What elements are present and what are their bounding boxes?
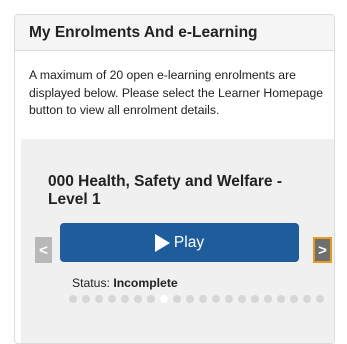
- carousel-dot[interactable]: [69, 295, 77, 303]
- carousel-dot[interactable]: [290, 295, 298, 303]
- carousel-dot[interactable]: [173, 295, 181, 303]
- enrolments-panel: My Enrolments And e-Learning A maximum o…: [14, 14, 335, 344]
- carousel-dot[interactable]: [251, 295, 259, 303]
- enrolment-carousel: 000 Health, Safety and Welfare - Level 1…: [21, 139, 334, 343]
- panel-title: My Enrolments And e-Learning: [15, 15, 334, 51]
- carousel-dot[interactable]: [212, 295, 220, 303]
- carousel-dot[interactable]: [160, 295, 168, 303]
- carousel-dot[interactable]: [186, 295, 194, 303]
- carousel-pagination: [69, 295, 334, 303]
- carousel-next-button[interactable]: >: [313, 237, 332, 263]
- carousel-dot[interactable]: [264, 295, 272, 303]
- status-line: Status: Incomplete: [72, 276, 178, 290]
- carousel-dot[interactable]: [225, 295, 233, 303]
- play-button-label: Play: [173, 233, 205, 251]
- carousel-dot[interactable]: [95, 295, 103, 303]
- carousel-dot[interactable]: [199, 295, 207, 303]
- status-label: Status:: [72, 276, 110, 290]
- carousel-dot[interactable]: [82, 295, 90, 303]
- carousel-prev-button[interactable]: <: [35, 237, 52, 263]
- carousel-dot[interactable]: [108, 295, 116, 303]
- intro-text: A maximum of 20 open e-learning enrolmen…: [29, 68, 324, 117]
- play-button[interactable]: Play: [60, 223, 299, 262]
- carousel-dot[interactable]: [238, 295, 246, 303]
- carousel-dot[interactable]: [316, 295, 324, 303]
- carousel-dot[interactable]: [134, 295, 142, 303]
- chevron-left-icon: <: [39, 241, 48, 259]
- carousel-dot[interactable]: [147, 295, 155, 303]
- chevron-right-icon: >: [318, 241, 327, 259]
- carousel-dot[interactable]: [277, 295, 285, 303]
- carousel-dot[interactable]: [121, 295, 129, 303]
- course-title: 000 Health, Safety and Welfare - Level 1: [48, 173, 283, 208]
- carousel-dot[interactable]: [303, 295, 311, 303]
- play-icon: [154, 233, 170, 252]
- status-value: Incomplete: [113, 276, 178, 290]
